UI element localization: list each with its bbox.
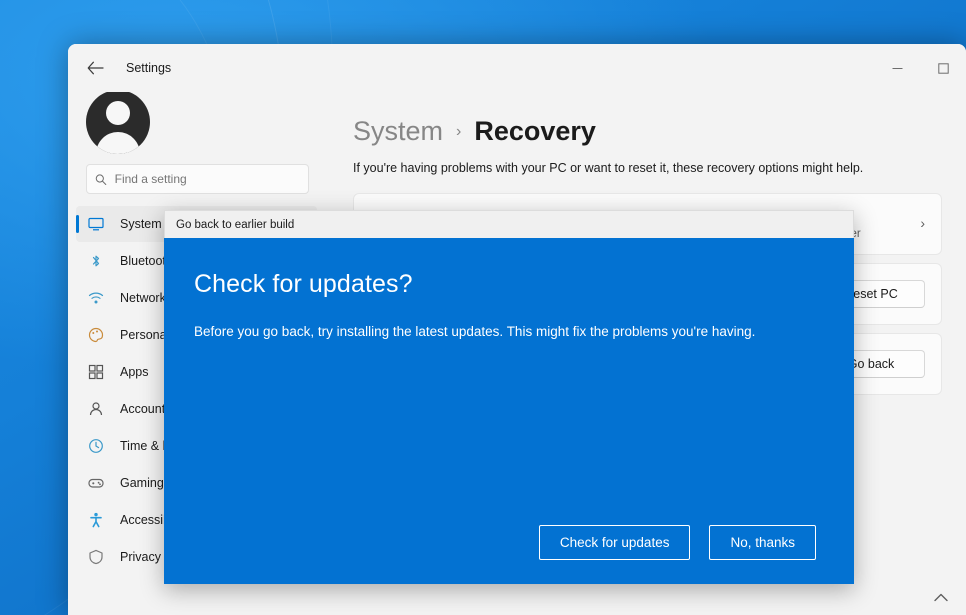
search-icon [95,173,107,185]
dialog-title: Go back to earlier build [176,218,295,231]
apps-icon [86,362,106,382]
window-titlebar: Settings [68,44,966,92]
privacy-security-icon [86,547,106,567]
dialog-titlebar: Go back to earlier build [164,210,854,238]
sidebar-item-label: Apps [120,365,149,379]
back-arrow-icon [87,61,104,75]
row-action[interactable]: › [920,215,925,233]
search-box[interactable] [86,164,309,194]
window-title: Settings [126,61,172,75]
dialog-heading: Check for updates? [194,270,413,298]
avatar [86,92,150,154]
sidebar-item-label: System [120,217,162,231]
breadcrumb-parent[interactable]: System [353,116,443,147]
settings-window: Settings Find a setting System Bluetooth… [68,44,966,615]
no-thanks-button[interactable]: No, thanks [709,525,816,560]
expander-button[interactable] [934,589,948,607]
dialog-body: Check for updates? Before you go back, t… [164,238,854,584]
gaming-icon [86,473,106,493]
page-description: If you're having problems with your PC o… [353,161,864,175]
time-language-icon [86,436,106,456]
minimize-icon [892,67,902,69]
accounts-icon [86,399,106,419]
chevron-right-icon: › [920,215,925,231]
maximize-icon [937,62,949,74]
window-controls [874,44,966,92]
go-back-dialog: Go back to earlier build Check for updat… [164,210,854,584]
back-button[interactable] [78,52,112,84]
personalization-icon [86,325,106,345]
maximize-button[interactable] [920,44,966,92]
breadcrumb: System › Recovery [353,116,942,147]
bluetooth-devices-icon [86,251,106,271]
search-wrapper [68,158,325,200]
search-input[interactable] [112,171,300,187]
network-internet-icon [86,288,106,308]
system-icon [86,214,106,234]
check-for-updates-button[interactable]: Check for updates [538,525,691,560]
chevron-up-icon [934,593,948,602]
minimize-button[interactable] [874,44,920,92]
page-title: Recovery [474,116,596,146]
breadcrumb-separator: › [456,122,462,140]
dialog-button-row: Check for updates No, thanks [194,525,816,560]
accessibility-icon [86,510,106,530]
desktop-background: Settings Find a setting System Bluetooth… [0,0,966,615]
sidebar-item-label: Gaming [120,476,164,490]
dialog-message: Before you go back, try installing the l… [194,324,756,339]
account-block[interactable] [68,92,325,158]
